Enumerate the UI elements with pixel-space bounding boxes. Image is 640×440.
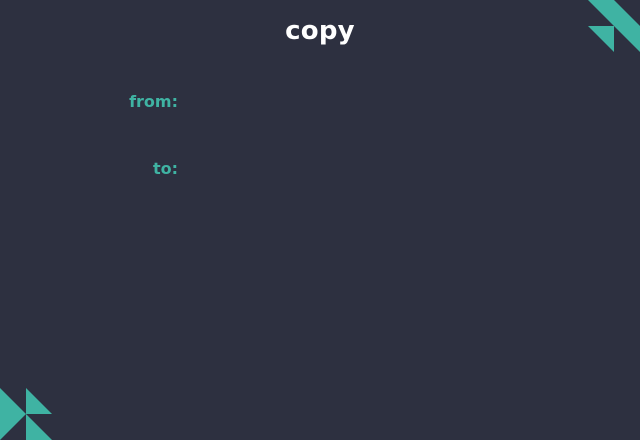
triangle-pattern-icon <box>588 0 640 52</box>
triangle-pattern-icon <box>0 388 52 440</box>
from-label: from: <box>129 92 178 111</box>
page-title: copy <box>285 16 355 46</box>
to-label: to: <box>152 159 178 178</box>
